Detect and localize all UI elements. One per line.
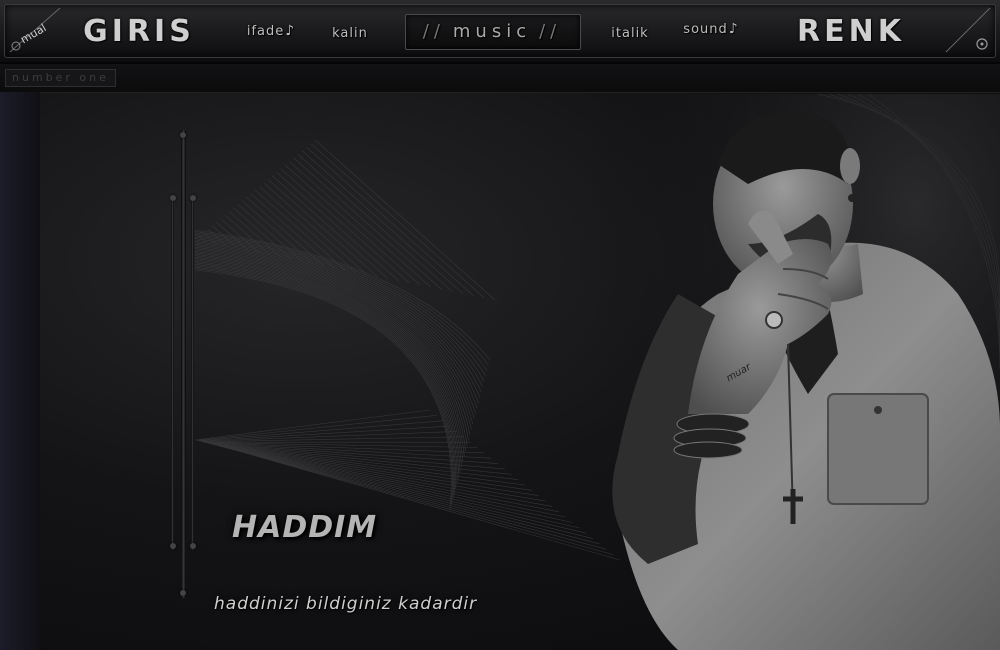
nav-music-label: music [452,20,532,42]
artist-photo: muar [578,94,1000,650]
slider-rail [181,130,186,598]
mual-logo-icon[interactable]: mual [8,6,62,54]
slider-rail [171,200,174,550]
rail-knob [180,590,186,596]
left-shade-decor [0,92,40,650]
page-title: HADDIM [232,510,378,545]
nav-kalin[interactable]: kalin [322,16,378,50]
nav-italik[interactable]: italik [600,16,660,50]
music-note-icon: ♪ [285,23,296,39]
slash-decor-icon: // [539,20,562,42]
slider-rail [191,200,194,550]
rail-knob [170,543,176,549]
logo-text: mual [18,21,48,46]
string-art-decoration [194,139,621,561]
rail-knob [180,132,186,138]
subbar-label: number one [5,69,116,87]
sub-toolbar: number one [0,64,1000,93]
nav-giris[interactable]: GIRIS [68,12,210,50]
music-note-icon: ♪ [728,21,739,37]
nav-sound[interactable]: sound ♪ [672,12,750,46]
nav-ifade-label: ifade [246,23,285,39]
rail-knob [190,195,196,201]
page: mual GIRIS ifade ♪ kalin // music // ital… [0,0,1000,650]
top-navigation-bar: mual GIRIS ifade ♪ kalin // music // ital… [0,0,1000,64]
nav-renk[interactable]: RENK [772,12,930,50]
nav-sound-label: sound [683,21,728,37]
slash-decor-icon: // [422,20,445,42]
rail-knob [190,543,196,549]
nav-music[interactable]: // music // [405,14,579,48]
rail-knob [170,195,176,201]
target-icon[interactable] [944,6,992,54]
nav-ifade[interactable]: ifade ♪ [236,14,306,48]
page-subtitle: haddinizi bildiginiz kadardir [214,594,478,614]
